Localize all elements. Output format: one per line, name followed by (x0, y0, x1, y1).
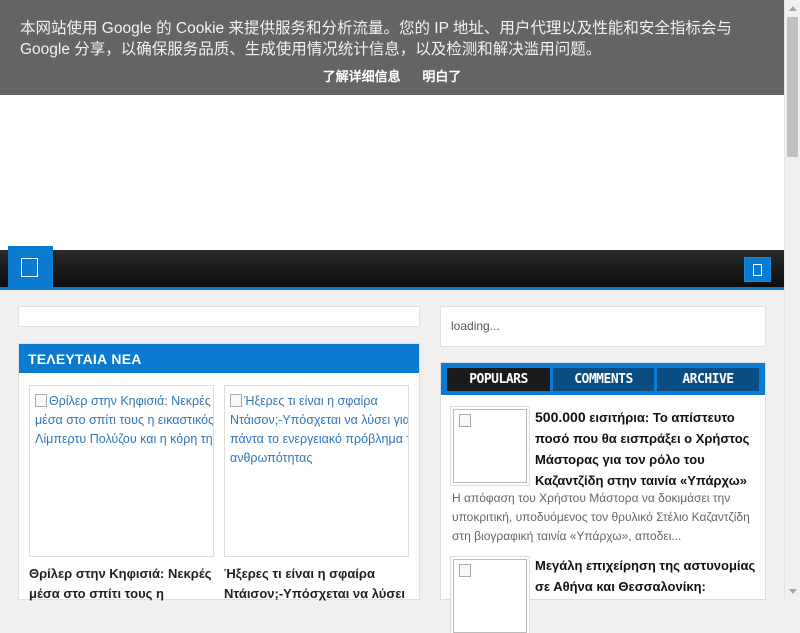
page-scrollbar[interactable] (784, 0, 800, 600)
latest-news-header: ΤΕΛΕΥΤΑΙΑ ΝΕΑ (19, 344, 419, 373)
home-button[interactable] (8, 246, 53, 290)
cookie-banner: 本网站使用 Google 的 Cookie 来提供服务和分析流量。您的 IP 地… (0, 0, 784, 95)
popular-post-thumbnail[interactable] (453, 559, 527, 633)
popular-post-title-rest: Μεγάλη επιχείρηση της αστυνομίας σε Αθήν… (535, 558, 756, 594)
popular-post-snippet: Η απόφαση του Χρήστου Μάστορα να δοκιμάσ… (452, 491, 750, 543)
news-card-title-link[interactable]: Θρίλερ στην Κηφισιά: Νεκρές μέσα στο σπί… (29, 564, 219, 604)
news-card-image-alt: Ήξερες τι είναι η σφαίρα Ντάισον;-Υπόσχε… (230, 394, 409, 465)
cookie-actions: 了解详细信息 明白了 (0, 66, 784, 85)
news-card[interactable]: Ήξερες τι είναι η σφαίρα Ντάισον;-Υπόσχε… (224, 385, 409, 557)
search-icon (753, 264, 762, 276)
popular-post-title-link[interactable]: 500.000 εισιτήρια: Το απίστευτο ποσό που… (535, 407, 759, 491)
ad-slot-right: loading... (440, 306, 766, 347)
header-banner-area (0, 95, 784, 250)
cookie-accept-button[interactable]: 明白了 (422, 66, 461, 85)
broken-image-icon (230, 394, 242, 407)
broken-image-icon (459, 564, 471, 577)
popular-post-title-link[interactable]: Μεγάλη επιχείρηση της αστυνομίας σε Αθήν… (535, 555, 759, 597)
tab-comments[interactable]: COMMENTS (553, 368, 654, 391)
tabs-widget: POPULARS COMMENTS ARCHIVE 500.000 εισιτή… (440, 362, 766, 633)
news-card-image[interactable]: Ήξερες τι είναι η σφαίρα Ντάισον;-Υπόσχε… (230, 392, 409, 468)
news-card-title-link[interactable]: Ήξερες τι είναι η σφαίρα Ντάισον;-Υπόσχε… (224, 564, 414, 604)
cookie-message: 本网站使用 Google 的 Cookie 来提供服务和分析流量。您的 IP 地… (20, 20, 732, 58)
news-card-image-alt: Θρίλερ στην Κηφισιά: Νεκρές μέσα στο σπί… (35, 394, 214, 446)
cookie-learn-more-link[interactable]: 了解详细信息 (323, 66, 401, 85)
popular-post-thumbnail[interactable] (453, 409, 527, 483)
loading-text: loading... (451, 319, 500, 333)
tab-populars[interactable]: POPULARS (447, 368, 550, 391)
search-button[interactable] (744, 257, 771, 282)
broken-image-icon (459, 414, 471, 427)
home-icon (21, 258, 38, 277)
broken-image-icon (35, 394, 47, 407)
tab-archive[interactable]: ARCHIVE (657, 368, 759, 391)
latest-news-heading: ΤΕΛΕΥΤΑΙΑ ΝΕΑ (28, 351, 142, 367)
latest-news-section: ΤΕΛΕΥΤΑΙΑ ΝΕΑ Θρίλερ στην Κηφισιά: Νεκρέ… (18, 343, 420, 601)
main-navbar (0, 246, 784, 290)
popular-post-title-lead: 500.000 (535, 409, 586, 425)
ad-slot-left (18, 306, 420, 327)
scroll-down-arrow-icon[interactable] (785, 584, 800, 600)
news-card[interactable]: Θρίλερ στην Κηφισιά: Νεκρές μέσα στο σπί… (29, 385, 214, 557)
scroll-thumb[interactable] (787, 17, 798, 157)
scroll-up-arrow-icon[interactable] (785, 0, 800, 16)
news-card-image[interactable]: Θρίλερ στην Κηφισιά: Νεκρές μέσα στο σπί… (35, 392, 214, 449)
tabs-bar: POPULARS COMMENTS ARCHIVE (441, 363, 765, 395)
